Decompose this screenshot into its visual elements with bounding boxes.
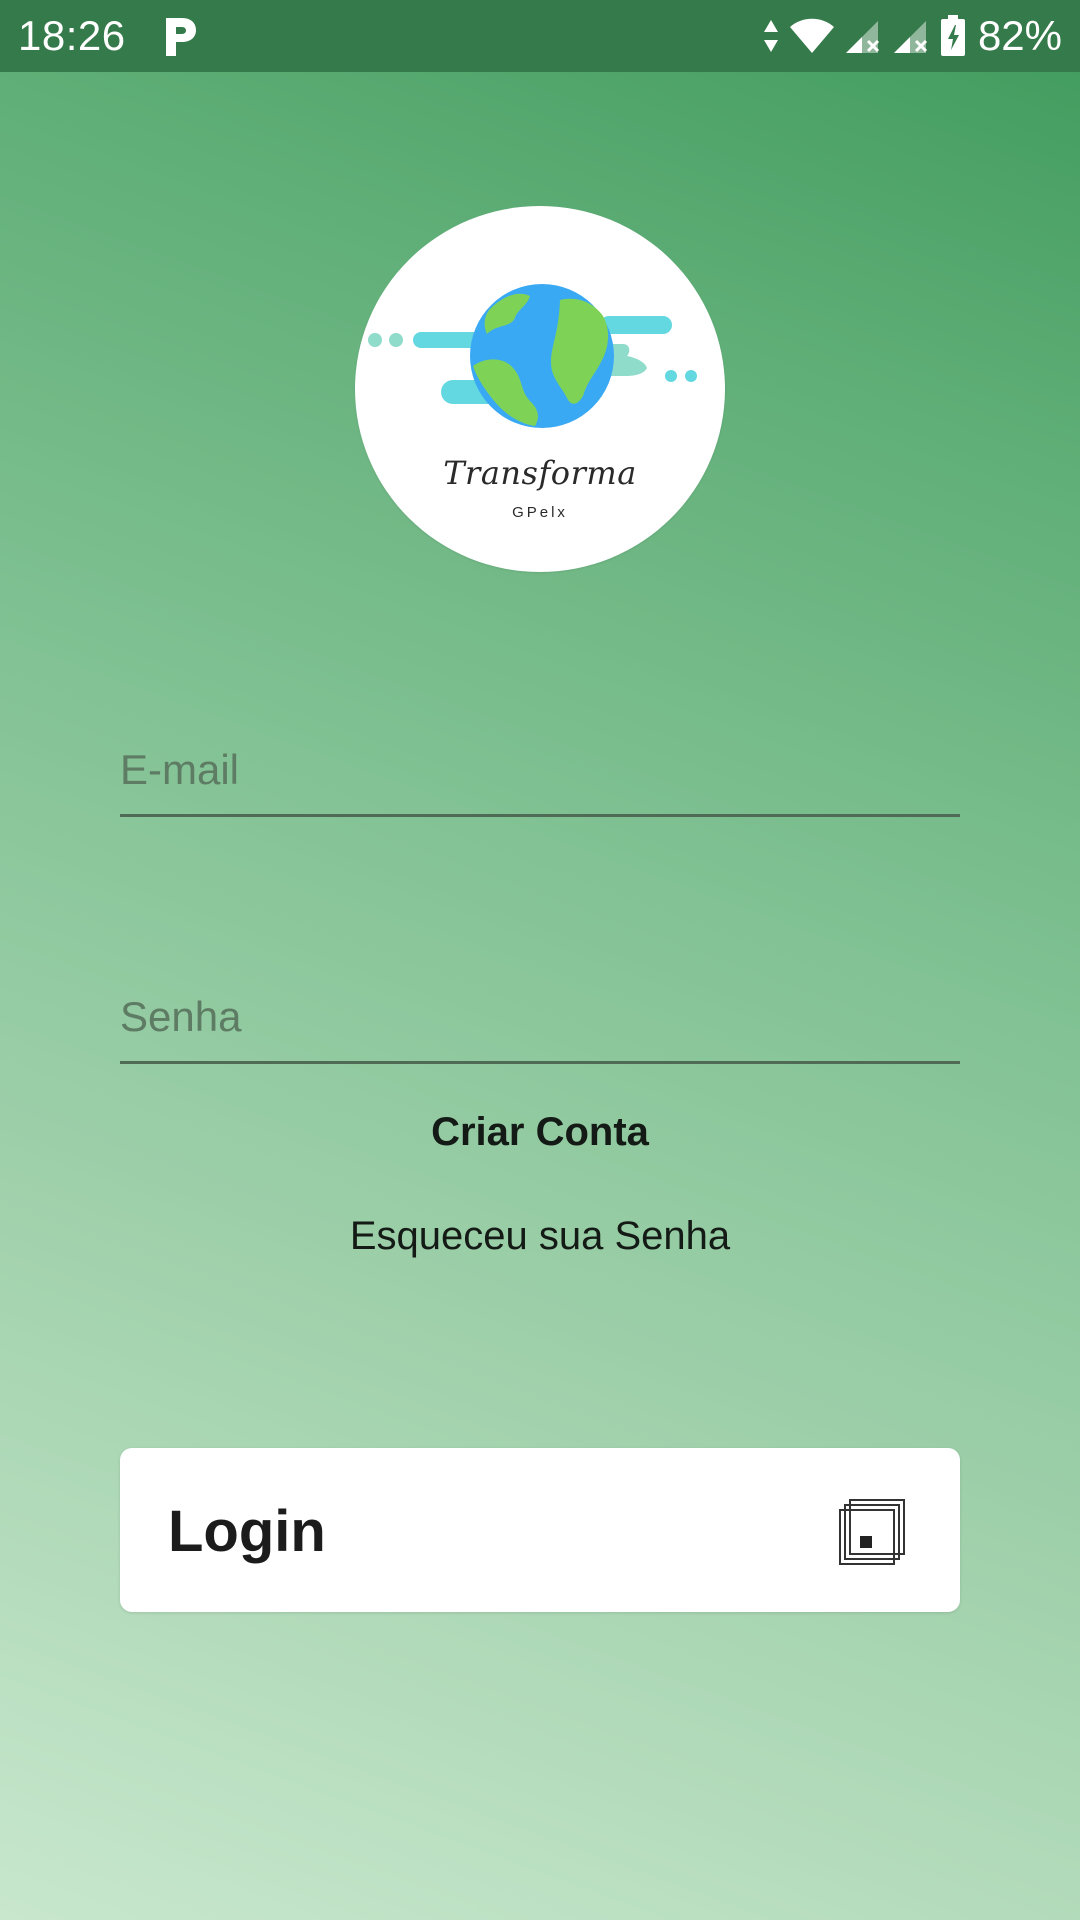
password-field-container [120, 951, 960, 1064]
login-screen: 18:26 82% Transforma GPelx E-mail Criar … [0, 0, 1080, 1920]
battery-charging-icon [940, 15, 965, 56]
stacked-squares-icon [839, 1499, 905, 1565]
status-icons: 82% [762, 0, 1062, 72]
wifi-icon [789, 18, 834, 53]
battery-percent: 82% [977, 12, 1062, 59]
forgot-password-link[interactable]: Esqueceu sua Senha [0, 1214, 1080, 1259]
status-bar: 18:26 82% [0, 0, 1080, 72]
brand-subtitle: GPelx [512, 504, 568, 521]
brand-name: Transforma [443, 454, 637, 492]
signal-no-service-icon [845, 21, 879, 53]
login-button[interactable]: Login [120, 1448, 960, 1612]
create-account-link[interactable]: Criar Conta [0, 1110, 1080, 1155]
app-logo: Transforma GPelx [355, 206, 725, 572]
email-field[interactable] [120, 746, 960, 794]
parking-icon [166, 18, 196, 56]
login-button-label: Login [168, 1499, 326, 1564]
email-field-container [120, 704, 960, 817]
password-field[interactable] [120, 993, 960, 1041]
status-time: 18:26 [18, 12, 126, 59]
data-arrows-icon [763, 20, 778, 52]
signal-no-service-icon [893, 21, 927, 53]
